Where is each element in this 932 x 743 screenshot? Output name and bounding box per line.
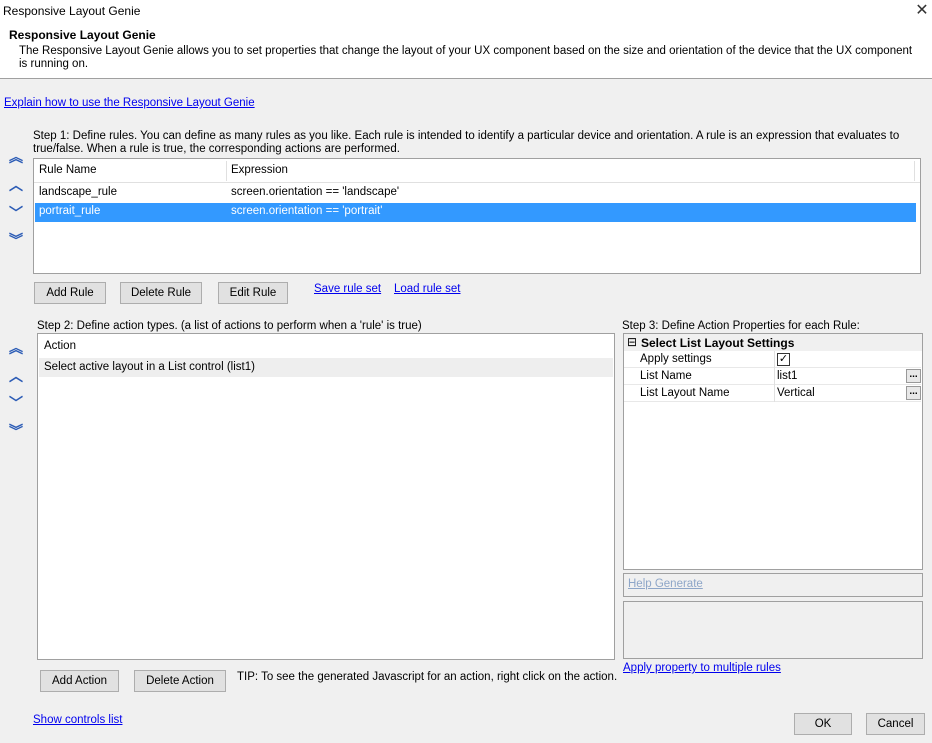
explain-link[interactable]: Explain how to use the Responsive Layout… xyxy=(4,97,255,109)
list-layout-name-value[interactable]: Vertical xyxy=(777,387,815,399)
action-cell: Select active layout in a List control (… xyxy=(44,361,255,373)
cancel-button[interactable]: Cancel xyxy=(866,713,925,735)
list-layout-browse-button[interactable]: ... xyxy=(906,386,921,400)
move-bottom-icon[interactable]: ︾ xyxy=(8,233,24,247)
edit-rule-button[interactable]: Edit Rule xyxy=(218,282,288,304)
add-rule-button[interactable]: Add Rule xyxy=(34,282,106,304)
property-label: List Name xyxy=(640,370,692,382)
tip-text: TIP: To see the generated Javascript for… xyxy=(237,671,618,683)
rule-expression-cell: screen.orientation == 'portrait' xyxy=(231,205,383,217)
help-generate-link[interactable]: Help Generate xyxy=(628,578,703,590)
move-down-icon[interactable]: ﹀ xyxy=(8,396,24,410)
help-generate-box: Help Generate xyxy=(623,573,923,597)
column-divider xyxy=(226,161,227,181)
move-top-icon[interactable]: ︽ xyxy=(8,150,24,164)
property-group-title: Select List Layout Settings xyxy=(641,336,795,350)
apply-multiple-rules-link[interactable]: Apply property to multiple rules xyxy=(623,662,781,674)
collapse-icon[interactable]: ⊟ xyxy=(627,335,637,349)
table-row-selected[interactable]: portrait_rule screen.orientation == 'por… xyxy=(35,203,916,222)
move-up-icon[interactable]: ︿ xyxy=(8,369,24,383)
column-action[interactable]: Action xyxy=(44,340,76,352)
property-row-list-name: List Name list1 ... xyxy=(624,368,921,385)
header-title: Responsive Layout Genie xyxy=(9,28,156,42)
load-rule-set-link[interactable]: Load rule set xyxy=(394,283,461,295)
property-label: Apply settings xyxy=(640,353,712,365)
delete-rule-button[interactable]: Delete Rule xyxy=(120,282,202,304)
step3-instructions: Step 3: Define Action Properties for eac… xyxy=(622,320,860,332)
delete-action-button[interactable]: Delete Action xyxy=(134,670,226,692)
ok-button[interactable]: OK xyxy=(794,713,852,735)
move-up-icon[interactable]: ︿ xyxy=(8,178,24,192)
window-title: Responsive Layout Genie xyxy=(3,4,141,18)
actions-grid: Action Select active layout in a List co… xyxy=(37,333,615,660)
apply-settings-checkbox[interactable]: ✓ xyxy=(777,353,790,366)
title-bar: Responsive Layout Genie ✕ xyxy=(0,0,932,22)
property-divider xyxy=(774,351,775,368)
table-row[interactable]: Select active layout in a List control (… xyxy=(39,358,613,377)
move-down-icon[interactable]: ﹀ xyxy=(8,206,24,220)
property-row-list-layout-name: List Layout Name Vertical ... xyxy=(624,385,921,402)
property-group-header[interactable]: ⊟ Select List Layout Settings xyxy=(624,334,922,351)
save-rule-set-link[interactable]: Save rule set xyxy=(314,283,381,295)
close-icon[interactable]: ✕ xyxy=(912,1,932,21)
dialog-header: Responsive Layout Genie The Responsive L… xyxy=(0,22,932,79)
move-top-icon[interactable]: ︽ xyxy=(8,341,24,355)
move-bottom-icon[interactable]: ︾ xyxy=(8,424,24,438)
actions-grid-header: Action xyxy=(38,334,614,358)
rules-grid: Rule Name Expression landscape_rule scre… xyxy=(33,158,921,274)
column-rule-name[interactable]: Rule Name xyxy=(39,164,97,176)
property-row-apply-settings: Apply settings ✓ xyxy=(624,351,921,368)
add-action-button[interactable]: Add Action xyxy=(40,670,119,692)
table-row[interactable]: landscape_rule screen.orientation == 'la… xyxy=(35,184,916,203)
show-controls-link[interactable]: Show controls list xyxy=(33,714,122,726)
header-description: The Responsive Layout Genie allows you t… xyxy=(19,45,913,70)
property-grid: ⊟ Select List Layout Settings Apply sett… xyxy=(623,333,923,570)
property-divider xyxy=(774,385,775,402)
step1-instructions: Step 1: Define rules. You can define as … xyxy=(33,130,900,155)
column-expression[interactable]: Expression xyxy=(231,164,288,176)
step2-instructions: Step 2: Define action types. (a list of … xyxy=(37,320,422,332)
list-name-browse-button[interactable]: ... xyxy=(906,369,921,383)
rules-grid-header: Rule Name Expression xyxy=(34,159,920,183)
rule-name-cell: landscape_rule xyxy=(39,186,118,198)
property-label: List Layout Name xyxy=(640,387,730,399)
list-name-value[interactable]: list1 xyxy=(777,370,797,382)
rule-expression-cell: screen.orientation == 'landscape' xyxy=(231,186,400,198)
column-divider xyxy=(914,161,915,181)
rule-name-cell: portrait_rule xyxy=(39,205,101,217)
property-divider xyxy=(774,368,775,385)
help-description-box xyxy=(623,601,923,659)
